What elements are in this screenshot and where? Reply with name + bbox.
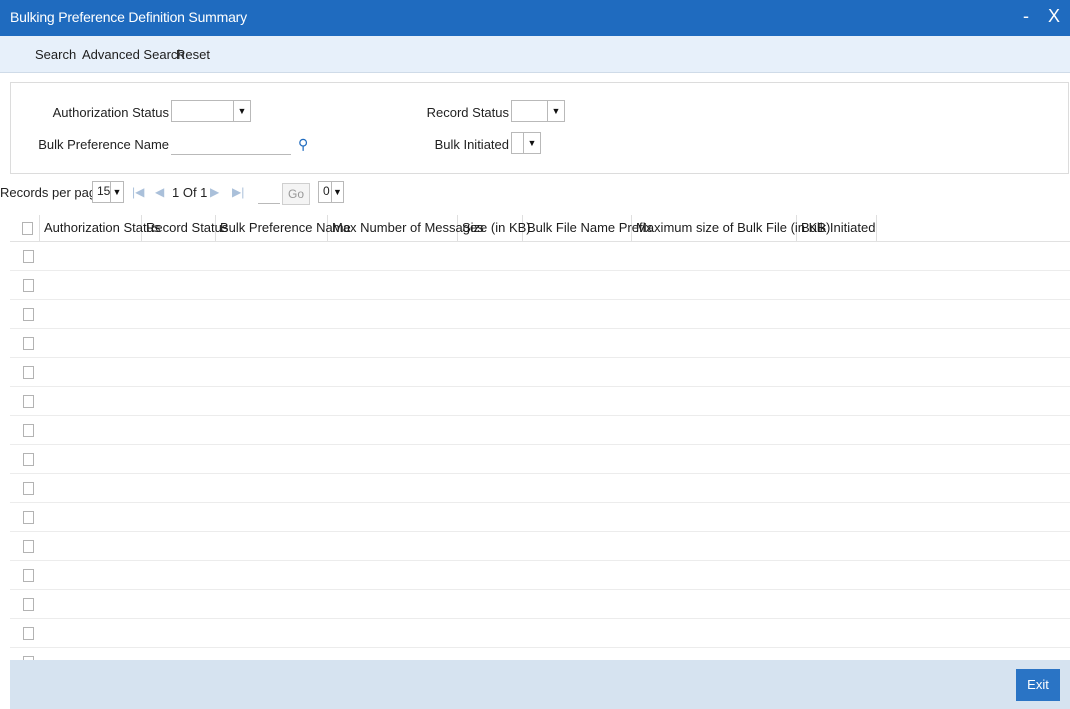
- row-checkbox[interactable]: [23, 598, 34, 611]
- page-select[interactable]: 0 ▼: [318, 181, 344, 203]
- reset-button[interactable]: Reset: [176, 47, 210, 62]
- row-checkbox[interactable]: [23, 540, 34, 553]
- row-checkbox[interactable]: [23, 395, 34, 408]
- search-criteria-panel: Authorization Status ▼ Bulk Preference N…: [10, 82, 1069, 174]
- row-checkbox[interactable]: [23, 250, 34, 263]
- row-checkbox[interactable]: [23, 627, 34, 640]
- toolbar: Search Advanced Search Reset: [0, 36, 1070, 73]
- next-page-icon[interactable]: ▶: [210, 185, 219, 199]
- go-button[interactable]: Go: [282, 183, 310, 205]
- row-checkbox[interactable]: [23, 308, 34, 321]
- column-header[interactable]: Authorization Status: [40, 215, 160, 241]
- table-row[interactable]: [10, 242, 1070, 271]
- footer-bar: Exit: [10, 660, 1070, 709]
- row-checkbox[interactable]: [23, 279, 34, 292]
- search-button[interactable]: Search: [35, 47, 76, 62]
- column-header[interactable]: Max Number of Messages: [328, 215, 484, 241]
- table-row[interactable]: [10, 590, 1070, 619]
- previous-page-icon[interactable]: ◀: [155, 185, 164, 199]
- pagination-bar: Records per page 15 ▼ |◀ ◀ 1 Of 1 ▶ ▶| G…: [0, 178, 1070, 206]
- bulk-initiated-select[interactable]: ▼: [511, 132, 541, 154]
- select-all-checkbox[interactable]: [22, 222, 33, 235]
- select-all-cell: [10, 215, 40, 241]
- row-checkbox[interactable]: [23, 453, 34, 466]
- chevron-down-icon: ▼: [547, 101, 564, 121]
- page-info: 1 Of 1: [172, 185, 208, 200]
- records-per-page-label: Records per page: [0, 185, 104, 200]
- table-row[interactable]: [10, 387, 1070, 416]
- results-grid: Authorization Status Record Status Bulk …: [10, 215, 1070, 677]
- column-header[interactable]: Record Status: [142, 215, 228, 241]
- chevron-down-icon: ▼: [233, 101, 250, 121]
- record-status-label: Record Status: [426, 105, 509, 120]
- window-titlebar: Bulking Preference Definition Summary - …: [0, 0, 1070, 36]
- minimize-button[interactable]: -: [1023, 6, 1029, 26]
- chevron-down-icon: ▼: [110, 182, 123, 202]
- column-header[interactable]: Maximum size of Bulk File (in KB): [632, 215, 830, 241]
- column-header[interactable]: Size (in KB): [458, 215, 531, 241]
- table-row[interactable]: [10, 619, 1070, 648]
- bulk-preference-name-input[interactable]: [171, 133, 291, 155]
- column-header[interactable]: Bulk Preference Name: [216, 215, 351, 241]
- bulk-initiated-label: Bulk Initiated: [434, 137, 509, 152]
- window-controls: - X: [1009, 6, 1060, 27]
- first-page-icon[interactable]: |◀: [132, 185, 144, 199]
- table-row[interactable]: [10, 416, 1070, 445]
- row-checkbox[interactable]: [23, 366, 34, 379]
- row-checkbox[interactable]: [23, 337, 34, 350]
- window-title: Bulking Preference Definition Summary: [10, 9, 247, 25]
- row-checkbox[interactable]: [23, 511, 34, 524]
- column-header[interactable]: Bulk Initiated: [797, 215, 877, 241]
- search-lookup-icon[interactable]: ⚲: [298, 136, 308, 153]
- last-page-icon[interactable]: ▶|: [232, 185, 244, 199]
- authorization-status-select[interactable]: ▼: [171, 100, 251, 122]
- records-per-page-select[interactable]: 15 ▼: [92, 181, 124, 203]
- grid-header: Authorization Status Record Status Bulk …: [10, 215, 1070, 242]
- table-row[interactable]: [10, 561, 1070, 590]
- advanced-search-button[interactable]: Advanced Search: [82, 47, 185, 62]
- exit-button[interactable]: Exit: [1016, 669, 1060, 701]
- column-header[interactable]: Bulk File Name Prefix: [523, 215, 652, 241]
- close-button[interactable]: X: [1048, 6, 1060, 26]
- row-checkbox[interactable]: [23, 482, 34, 495]
- bulk-preference-name-label: Bulk Preference Name: [38, 137, 169, 152]
- table-row[interactable]: [10, 474, 1070, 503]
- chevron-down-icon: ▼: [523, 133, 540, 153]
- authorization-status-label: Authorization Status: [52, 105, 169, 120]
- chevron-down-icon: ▼: [331, 182, 343, 202]
- table-row[interactable]: [10, 445, 1070, 474]
- table-row[interactable]: [10, 329, 1070, 358]
- row-checkbox[interactable]: [23, 424, 34, 437]
- table-row[interactable]: [10, 503, 1070, 532]
- go-to-page-input[interactable]: [258, 187, 280, 204]
- grid-body: [10, 242, 1070, 677]
- record-status-select[interactable]: ▼: [511, 100, 565, 122]
- row-checkbox[interactable]: [23, 569, 34, 582]
- table-row[interactable]: [10, 358, 1070, 387]
- table-row[interactable]: [10, 532, 1070, 561]
- table-row[interactable]: [10, 300, 1070, 329]
- table-row[interactable]: [10, 271, 1070, 300]
